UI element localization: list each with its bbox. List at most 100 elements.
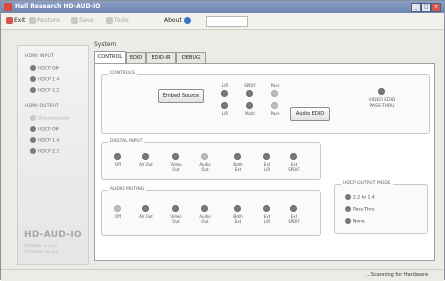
tab-debug[interactable]: DEBUG: [176, 52, 206, 63]
audio-muting-title: AUDIO MUTING: [108, 187, 147, 192]
hdcp-output-mode-group: HDCP OUTPUT MODE 2.2 to 1.4 Pass-Thru No…: [334, 181, 428, 234]
audio-muting-ext-lr-label: Ext L/R: [263, 214, 271, 224]
close-button[interactable]: ×: [431, 3, 441, 12]
digital-input-group: DIGITAL INPUT Off AV Out Video Out Audio O…: [101, 139, 321, 180]
title-bar: Hall Research HD-AUD-IO _ □ ×: [1, 1, 444, 13]
digital-input-both-ext-led[interactable]: [234, 153, 241, 160]
embed-source-button[interactable]: Embed Source: [158, 89, 204, 103]
controls-group-title: CONTROLS: [108, 71, 137, 76]
restore-icon: [29, 17, 36, 24]
status-icon: [30, 115, 36, 121]
menu-restore[interactable]: Restore: [29, 17, 60, 24]
tab-edid-ir[interactable]: EDID-IR: [146, 52, 176, 63]
hdmi-output-header: HDMI OUTPUT: [25, 104, 60, 109]
menu-save[interactable]: Save: [71, 17, 94, 24]
menu-input-box[interactable]: [206, 16, 248, 27]
audio-muting-audio-out-label: Audio Out: [199, 214, 211, 224]
app-window: Hall Research HD-AUD-IO _ □ × Exit Resto…: [0, 0, 445, 281]
hdmi-input-header: HDMI INPUT: [25, 54, 54, 59]
audio-muting-video-out-led[interactable]: [172, 205, 179, 212]
status-bar: ...Scanning for Hardware: [1, 269, 444, 281]
digital-input-both-ext-label: Both Ext: [233, 162, 243, 172]
hdcp-mode-option-2-2-to-1-4[interactable]: 2.2 to 1.4: [345, 194, 375, 201]
hdcp-output-mode-title: HDCP OUTPUT MODE: [341, 181, 393, 186]
menu-about[interactable]: About: [164, 17, 192, 24]
led-label-lr: L/R: [221, 83, 229, 88]
status-icon: [30, 87, 36, 93]
digital-input-ext-spdif-label: Ext SPDIF: [288, 162, 300, 172]
led-label-multi: Multi: [245, 111, 255, 116]
digital-input-ext-lr-label: Ext L/R: [263, 162, 271, 172]
pass-thru-label: PASS-THRU: [369, 104, 395, 109]
firmware-version: Firmware: v.x.x.x: [24, 249, 58, 254]
software-version: Software: v.x.x.x: [24, 243, 58, 248]
status-icon: [30, 76, 36, 82]
app-icon: [4, 3, 12, 11]
led-label-pass-2: Pass: [270, 111, 280, 116]
status-icon: [30, 126, 36, 132]
audio-muting-group: AUDIO MUTING Off AV Out Video Out Audio Ou…: [101, 187, 321, 236]
digital-input-off-led[interactable]: [114, 153, 121, 160]
digital-input-video-out-label: Video Out: [170, 162, 182, 172]
audio-muting-video-out-label: Video Out: [170, 214, 182, 224]
sidebar-item-input-hdcp-off[interactable]: HDCP Off: [30, 65, 59, 72]
exit-icon: [6, 17, 13, 24]
sidebar: HDMI INPUT HDCP Off HDCP 1.4 HDCP 2.2 HD…: [17, 45, 89, 265]
product-logo: HD-AUD-IO: [24, 230, 82, 240]
audio-muting-ext-spdif-label: Ext SPDIF: [288, 214, 300, 224]
radio-icon: [345, 206, 351, 212]
led-label-spdif: SPDIF: [244, 83, 256, 88]
controls-group: CONTROLS Embed Source L/R SPDIF Pass L/R…: [101, 71, 430, 134]
audio-muting-av-out-label: AV Out: [139, 214, 153, 219]
sidebar-item-input-hdcp-1-4[interactable]: HDCP 1.4: [30, 76, 59, 83]
led-label-pass: Pass: [270, 83, 280, 88]
sidebar-item-output-hdcp-1-4[interactable]: HDCP 1.4: [30, 137, 59, 144]
status-text: ...Scanning for Hardware: [366, 272, 429, 278]
digital-input-audio-out-led[interactable]: [201, 153, 208, 160]
led-pass-2: [271, 102, 278, 109]
hdcp-mode-option-pass-thru[interactable]: Pass-Thru: [345, 206, 374, 213]
radio-icon: [345, 194, 351, 200]
audio-muting-off-label: Off: [115, 214, 121, 219]
sidebar-item-output-hdcp-2-2[interactable]: HDCP 2.2: [30, 148, 59, 155]
control-panel: CONTROLS Embed Source L/R SPDIF Pass L/R…: [94, 63, 435, 261]
about-icon: [183, 17, 191, 24]
sidebar-item-input-hdcp-2-2[interactable]: HDCP 2.2: [30, 87, 59, 94]
group-label: System: [94, 41, 117, 48]
status-icon: [30, 65, 36, 71]
menu-bar: Exit Restore Save Tools About: [1, 13, 444, 30]
maximize-button[interactable]: □: [421, 3, 431, 12]
audio-muting-audio-out-led[interactable]: [201, 205, 208, 212]
tools-icon: [106, 17, 113, 24]
led-lr-2: [221, 102, 228, 109]
digital-input-video-out-led[interactable]: [172, 153, 179, 160]
digital-input-audio-out-label: Audio Out: [199, 162, 211, 172]
digital-input-av-out-led[interactable]: [142, 153, 149, 160]
hdcp-mode-option-none[interactable]: None: [345, 218, 365, 225]
minimize-button[interactable]: _: [411, 3, 421, 12]
led-spdif: [246, 90, 253, 97]
led-multi: [246, 102, 253, 109]
save-icon: [71, 17, 78, 24]
digital-input-av-out-label: AV Out: [139, 162, 153, 167]
digital-input-off-label: Off: [115, 162, 121, 167]
menu-tools[interactable]: Tools: [106, 17, 129, 24]
audio-edid-button[interactable]: Audio EDID: [290, 107, 330, 121]
audio-muting-ext-lr-led[interactable]: [263, 205, 270, 212]
digital-input-title: DIGITAL INPUT: [108, 139, 145, 144]
audio-muting-both-ext-led[interactable]: [234, 205, 241, 212]
sidebar-item-output-disconnected[interactable]: Disconnected: [30, 115, 69, 122]
sidebar-item-output-hdcp-off[interactable]: HDCP Off: [30, 126, 59, 133]
audio-muting-off-led[interactable]: [114, 205, 121, 212]
audio-muting-ext-spdif-led[interactable]: [290, 205, 297, 212]
status-icon: [30, 137, 36, 143]
led-lr: [221, 90, 228, 97]
tab-edid[interactable]: EDID: [126, 52, 146, 63]
led-label-lr-2: L/R: [221, 111, 229, 116]
radio-icon: [345, 218, 351, 224]
menu-exit[interactable]: Exit: [6, 17, 25, 24]
digital-input-ext-lr-led[interactable]: [263, 153, 270, 160]
digital-input-ext-spdif-led[interactable]: [290, 153, 297, 160]
tab-control[interactable]: CONTROL: [94, 51, 126, 63]
audio-muting-av-out-led[interactable]: [142, 205, 149, 212]
